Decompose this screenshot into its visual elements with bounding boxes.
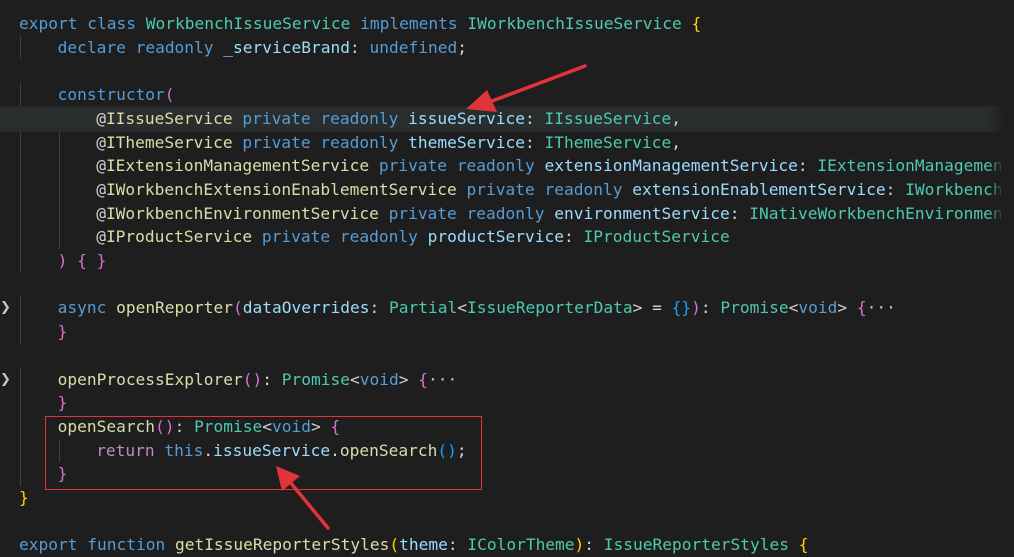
arrow-to-issueservice-call	[276, 466, 330, 530]
code-editor[interactable]: export class WorkbenchIssueService imple…	[0, 0, 1014, 554]
arrow-to-issueservice-param	[466, 64, 587, 112]
annotation-arrows	[276, 64, 587, 530]
editor-right-edge	[988, 0, 1014, 549]
